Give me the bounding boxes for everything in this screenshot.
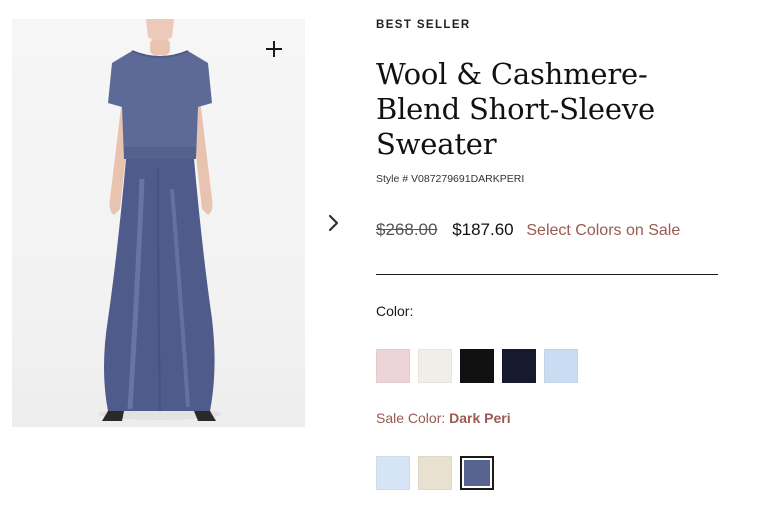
- color-swatch-navy[interactable]: [502, 349, 536, 383]
- color-swatch-pink[interactable]: [376, 349, 410, 383]
- plus-icon[interactable]: [262, 37, 286, 61]
- color-swatch-off-white[interactable]: [418, 349, 452, 383]
- color-swatch-light-blue[interactable]: [544, 349, 578, 383]
- sale-swatch-dark-peri[interactable]: [460, 456, 494, 490]
- original-price: $268.00: [376, 220, 438, 239]
- divider: [376, 274, 718, 275]
- style-number: Style # V087279691DARKPERI: [376, 173, 525, 185]
- select-colors-on-sale-link[interactable]: Select Colors on Sale: [526, 222, 680, 239]
- model-photo: [98, 19, 222, 421]
- color-swatch-black[interactable]: [460, 349, 494, 383]
- sale-swatch-light-blue[interactable]: [376, 456, 410, 490]
- color-swatches: [376, 349, 578, 383]
- chevron-right-icon[interactable]: [322, 210, 346, 236]
- price-row: $268.00 $187.60 Select Colors on Sale: [376, 220, 680, 240]
- sale-color-label-text: Sale Color:: [376, 410, 446, 426]
- sale-color-swatches: [376, 456, 494, 490]
- color-label: Color:: [376, 303, 414, 319]
- best-seller-badge: BEST SELLER: [376, 19, 471, 31]
- sale-color-label: Sale Color: Dark Peri: [376, 410, 511, 426]
- sale-color-selected-name: Dark Peri: [449, 410, 511, 426]
- product-title: Wool & Cashmere-Blend Short-Sleeve Sweat…: [376, 57, 655, 161]
- sale-price: $187.60: [452, 220, 514, 239]
- product-image[interactable]: [12, 19, 305, 427]
- sale-swatch-cream[interactable]: [418, 456, 452, 490]
